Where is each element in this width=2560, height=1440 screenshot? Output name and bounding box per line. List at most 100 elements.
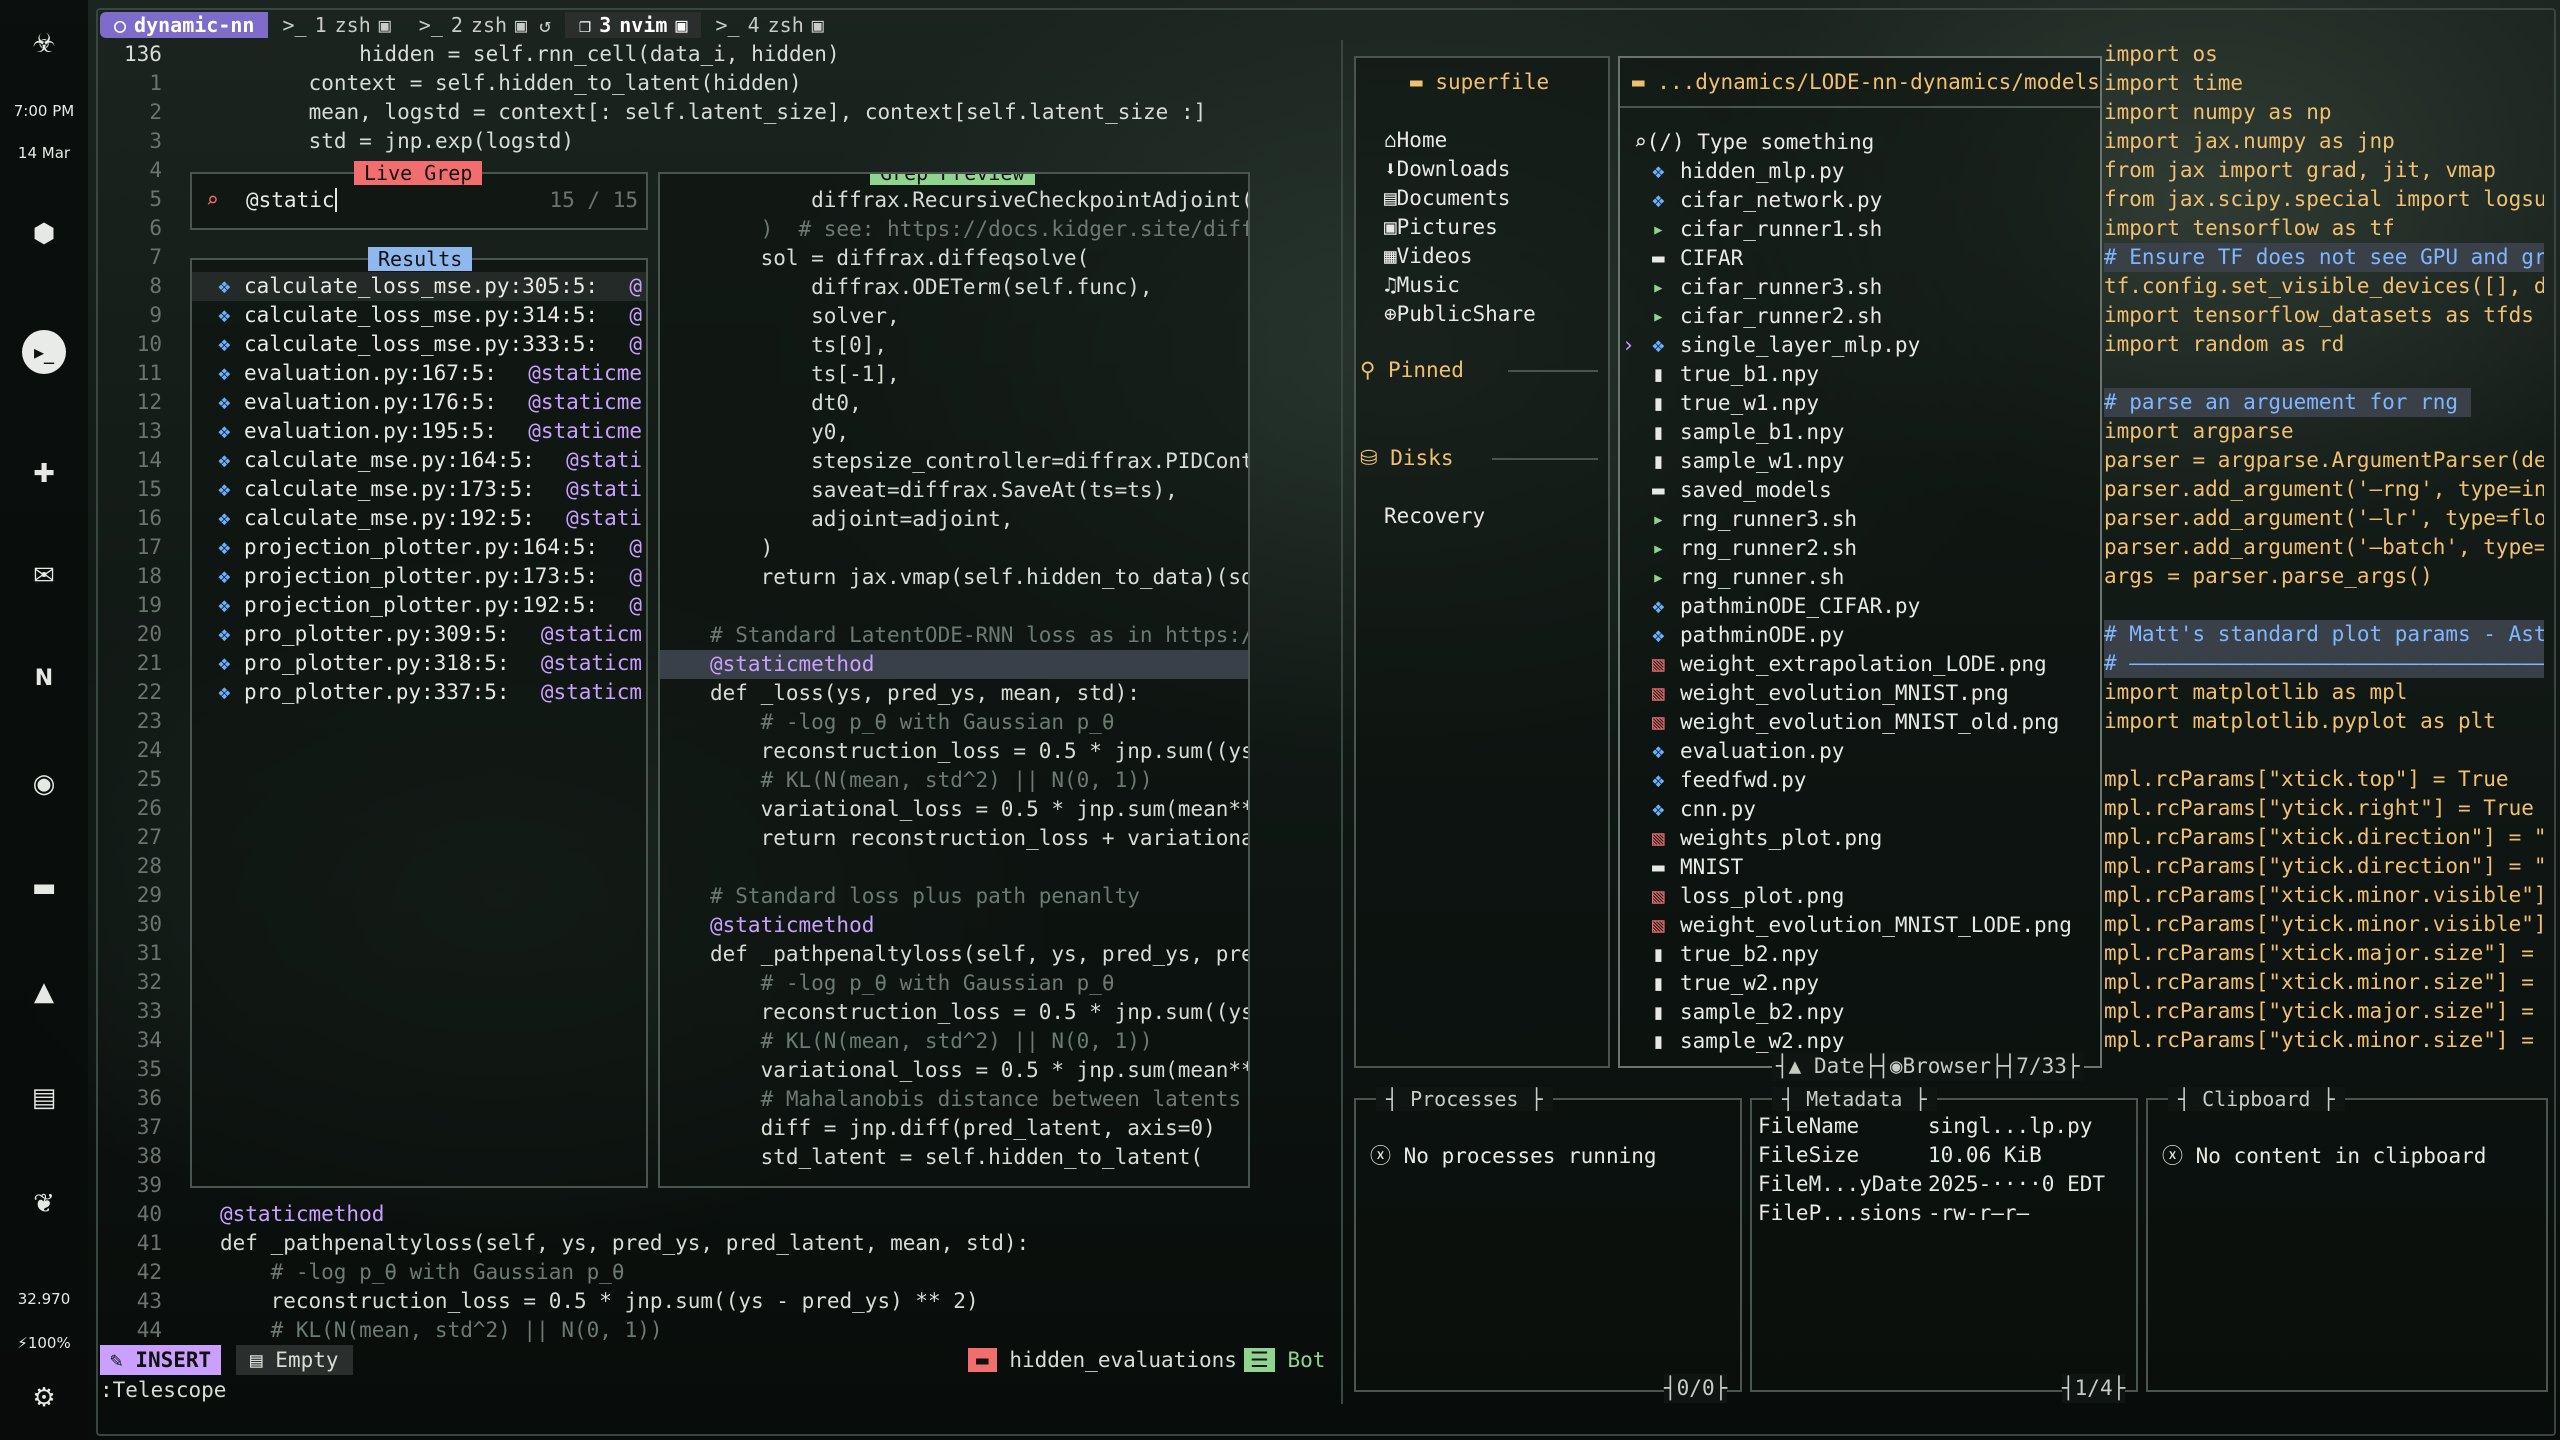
gear-icon[interactable]: ⚙ (22, 1376, 66, 1420)
python-file-icon: ❖ (218, 390, 231, 414)
preview-pane-line: import argparse (2104, 419, 2294, 443)
notes-icon[interactable]: ▤ (22, 1076, 66, 1120)
line-number: 21 (136, 651, 162, 675)
line-number: 6 (149, 216, 162, 240)
tab-zsh-1[interactable]: >_ 1 zsh ▣ (268, 12, 404, 38)
grep-query-input[interactable]: @static (246, 186, 337, 215)
preview-pane-line: from jax import grad, jit, vmap (2104, 158, 2496, 182)
notion-icon[interactable]: N (22, 656, 66, 700)
clipboard-title: ┤ Clipboard ├ (2168, 1087, 2345, 1111)
home-icon: ⌂ (1384, 128, 1397, 152)
superfile-title-text: superfile (1435, 70, 1550, 94)
result-row[interactable]: ❖ calculate_loss_mse.py:305:5: @ (192, 272, 646, 301)
preview-pane-line: parser.add_argument('—rng', type=in (2104, 477, 2544, 501)
file-panel: ▬ ...dynamics/LODE-nn-dynamics/models ⌕(… (1618, 56, 2102, 1081)
preview-line: diffrax.ODETerm(self.func), (710, 275, 1153, 299)
code-line: # KL(N(mean, std^2) || N(0, 1)) (220, 1318, 663, 1342)
preview-pane-line: args = parser.parse_args() (2104, 564, 2433, 588)
line-number: 26 (136, 796, 162, 820)
result-row[interactable]: ❖ projection_plotter.py:164:5: @ (192, 533, 646, 562)
mode-label[interactable]: Browser (1902, 1054, 1991, 1078)
sidebar-item-pictures[interactable]: ▣Pictures (1384, 213, 1498, 242)
leaf-icon[interactable]: ❦ (22, 1182, 66, 1226)
metadata-key: FileSize (1758, 1143, 1860, 1167)
result-row[interactable]: ❖ calculate_loss_mse.py:314:5: @ (192, 301, 646, 330)
file-search[interactable]: ⌕(/) Type something (1634, 128, 1874, 157)
result-file: calculate_mse.py:173:5: (244, 477, 535, 501)
tab-nvim-3[interactable]: ❐ 3 nvim ▣ (565, 12, 702, 38)
preview-pane-line: mpl.rcParams["xtick.minor.size"] = 4 (2104, 970, 2544, 994)
sidebar-item-publicshare[interactable]: ⊕PublicShare (1384, 300, 1536, 329)
preview-line: y0, (710, 420, 850, 444)
python-file-icon: ❖ (1652, 797, 1665, 821)
result-file: projection_plotter.py:164:5: (244, 535, 599, 559)
results-panel: Results ❖ calculate_loss_mse.py:305:5: @ ❖ c… (190, 247, 648, 1188)
result-row[interactable]: ❖ projection_plotter.py:173:5: @ (192, 562, 646, 591)
preview-pane-line: mpl.rcParams["ytick.right"] = True (2104, 796, 2534, 820)
image-file-icon: ▧ (1652, 652, 1665, 676)
position-indicator: ☰ Bot (1244, 1345, 1325, 1375)
file-icon: ▮ (1652, 449, 1665, 473)
music-icon: ♫ (1384, 273, 1397, 297)
session-name-tab[interactable]: ○ dynamic-nn (100, 12, 269, 38)
preview-line: # KL(N(mean, std^2) || N(0, 1)) (710, 768, 1153, 792)
result-row[interactable]: ❖ calculate_loss_mse.py:333:5: @ (192, 330, 646, 359)
preview-line: @staticmethod (710, 913, 875, 937)
result-row[interactable]: ❖ evaluation.py:167:5: @staticme (192, 359, 646, 388)
spotify-icon[interactable]: ◉ (22, 762, 66, 806)
file-name: true_b2.npy (1680, 942, 1820, 966)
preview-line: stepsize_controller=diffrax.PIDContr (710, 449, 1250, 473)
python-file-icon: ❖ (218, 303, 231, 327)
code-line: def _pathpenaltyloss(self, ys, pred_ys, … (220, 1231, 1030, 1255)
folder-icon[interactable]: ▬ (22, 866, 66, 910)
line-number: 22 (136, 680, 162, 704)
preview-line: saveat=diffrax.SaveAt(ts=ts), (710, 478, 1178, 502)
sort-label[interactable]: Date (1814, 1054, 1865, 1078)
tab-zsh-2[interactable]: >_ 2 zsh ▣ ↺ (405, 12, 565, 38)
line-number: 40 (136, 1202, 162, 1226)
result-row[interactable]: ❖ projection_plotter.py:192:5: @ (192, 591, 646, 620)
result-match: @ (629, 593, 642, 617)
shell-script-icon: ▸ (1652, 304, 1665, 328)
result-row[interactable]: ❖ calculate_mse.py:164:5: @stati (192, 446, 646, 475)
preview-pane-line: # Matt's standard plot params - Astr (2104, 620, 2544, 649)
line-number: 7 (149, 245, 162, 269)
result-row[interactable]: ❖ evaluation.py:176:5: @staticme (192, 388, 646, 417)
shell-script-icon: ▸ (1652, 507, 1665, 531)
result-row[interactable]: ❖ pro_plotter.py:309:5: @staticm (192, 620, 646, 649)
sidebar-item-downloads[interactable]: ⬇Downloads (1384, 155, 1510, 184)
sidebar-item-music[interactable]: ♫Music (1384, 271, 1460, 300)
terminal-icon[interactable]: ▸_ (22, 330, 66, 374)
result-row[interactable]: ❖ pro_plotter.py:337:5: @staticm (192, 678, 646, 707)
preview-line: return reconstruction_loss + variational (710, 826, 1250, 850)
mail-icon[interactable]: ✉ (22, 554, 66, 598)
python-file-icon: ❖ (218, 332, 231, 356)
graduation-icon[interactable]: ▲ (22, 970, 66, 1014)
result-match: @staticm (540, 622, 642, 646)
cube-icon[interactable]: ⬢ (22, 212, 66, 256)
result-row[interactable]: ❖ calculate_mse.py:173:5: @stati (192, 475, 646, 504)
file-icon: ▮ (1652, 971, 1665, 995)
line-number: 36 (136, 1086, 162, 1110)
tab-zsh-4[interactable]: >_ 4 zsh ▣ (701, 12, 837, 38)
slack-icon[interactable]: ✚ (22, 452, 66, 496)
preview-pane-line: mpl.rcParams["ytick.major.size"] = 7 (2104, 999, 2544, 1023)
result-match: @ (629, 535, 642, 559)
result-row[interactable]: ❖ calculate_mse.py:192:5: @stati (192, 504, 646, 533)
preview-pane-line: mpl.rcParams["ytick.minor.size"] = 4 (2104, 1028, 2544, 1052)
result-match: @ (629, 332, 642, 356)
result-file: projection_plotter.py:173:5: (244, 564, 599, 588)
sidebar-item-videos[interactable]: ▦Videos (1384, 242, 1473, 271)
biohazard-icon[interactable]: ☣ (22, 22, 66, 66)
preview-line: diffrax.RecursiveCheckpointAdjoint() (710, 188, 1250, 212)
disk-item[interactable]: Recovery (1384, 502, 1485, 531)
file-panel-footer: ┤▲ Date├┤◉Browser├┤7/33├ (1772, 1052, 2084, 1081)
result-row[interactable]: ❖ pro_plotter.py:318:5: @staticm (192, 649, 646, 678)
result-match: @stati (566, 506, 642, 530)
result-row[interactable]: ❖ evaluation.py:195:5: @staticme (192, 417, 646, 446)
sidebar-item-home[interactable]: ⌂Home (1384, 126, 1447, 155)
code-line: mean, logstd = context[: self.latent_siz… (258, 100, 1207, 124)
processes-panel: ┤ Processes ├ ⓧ No processes running ┤0/… (1354, 1087, 1742, 1403)
sidebar-item-documents[interactable]: ▤Documents (1384, 184, 1510, 213)
command-line[interactable]: :Telescope (100, 1376, 226, 1405)
